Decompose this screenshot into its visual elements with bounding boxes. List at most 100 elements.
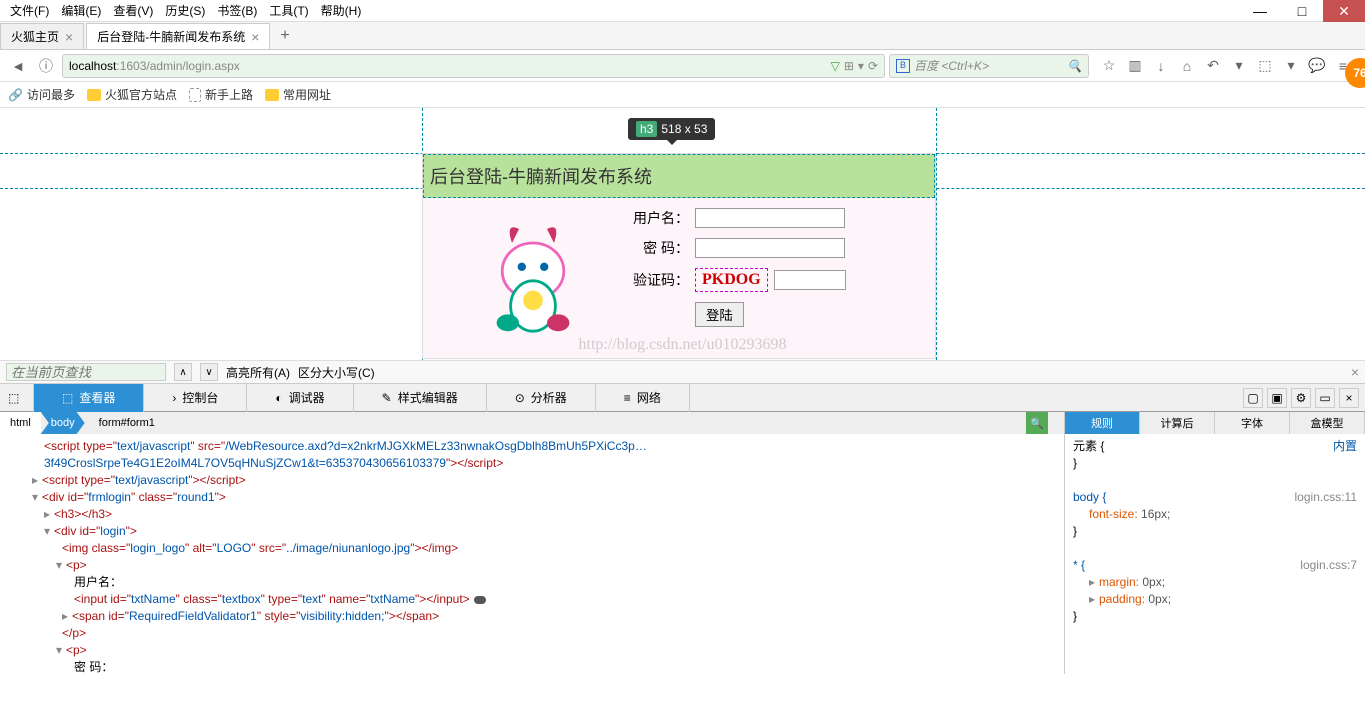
inspector-guide — [936, 108, 937, 360]
search-input[interactable]: B 百度 <Ctrl+K> 🔍 — [889, 54, 1089, 78]
bookmarks-bar: 🔗访问最多 火狐官方站点 新手上路 常用网址 — [0, 82, 1365, 108]
navigation-bar: ◄ ⓘ localhost:1603/admin/login.aspx ▽ ⊞ … — [0, 50, 1365, 82]
undo-icon[interactable]: ↶ — [1203, 56, 1223, 76]
password-input[interactable] — [695, 238, 845, 258]
page-viewport: h3518 x 53 后台登陆-牛腩新闻发布系统 用户名： — [0, 108, 1365, 360]
search-placeholder: 百度 <Ctrl+K> — [914, 57, 1063, 74]
link-icon: 🔗 — [8, 88, 23, 102]
maximize-button[interactable]: □ — [1281, 0, 1323, 22]
network-tab[interactable]: ≡网络 — [596, 384, 690, 412]
library-icon[interactable]: ▥ — [1125, 56, 1145, 76]
inspector-tab[interactable]: ⬚查看器 — [34, 384, 144, 412]
tab-home[interactable]: 火狐主页 × — [0, 23, 84, 49]
inspector-tooltip: h3518 x 53 — [628, 118, 715, 140]
tab-close-icon[interactable]: × — [65, 29, 73, 45]
responsive-icon[interactable]: ▣ — [1267, 388, 1287, 408]
dom-tree[interactable]: <script type="text/javascript" src="/Web… — [0, 434, 1064, 674]
home-icon[interactable]: ⌂ — [1177, 56, 1197, 76]
style-icon: ✎ — [382, 391, 392, 405]
event-badge[interactable] — [474, 596, 486, 604]
find-prev-button[interactable]: ∧ — [174, 363, 192, 381]
menu-bookmarks[interactable]: 书签(B) — [211, 0, 263, 21]
settings-icon[interactable]: ⚙ — [1291, 388, 1311, 408]
bookmark-getting-started[interactable]: 新手上路 — [189, 86, 253, 103]
menu-help[interactable]: 帮助(H) — [315, 0, 368, 21]
bookmark-most-visited[interactable]: 🔗访问最多 — [8, 86, 75, 103]
search-icon[interactable]: 🔍 — [1067, 59, 1082, 73]
match-case-option[interactable]: 区分大小写(C) — [298, 364, 375, 381]
console-tab[interactable]: ›控制台 — [144, 384, 247, 412]
logo-area — [433, 208, 633, 348]
rules-tab[interactable]: 规则 — [1065, 412, 1140, 434]
bookmark-firefox-official[interactable]: 火狐官方站点 — [87, 86, 177, 103]
chat-icon[interactable]: 💬 — [1307, 56, 1327, 76]
split-console-icon[interactable]: ▢ — [1243, 388, 1263, 408]
captcha-input[interactable] — [774, 270, 846, 290]
style-editor-tab[interactable]: ✎样式编辑器 — [354, 384, 487, 412]
menu-tools[interactable]: 工具(T) — [263, 0, 314, 21]
close-devtools-icon[interactable]: × — [1339, 388, 1359, 408]
url-input[interactable]: localhost:1603/admin/login.aspx ▽ ⊞ ▾ ⟳ — [62, 54, 885, 78]
console-icon: › — [172, 391, 176, 405]
back-button[interactable]: ◄ — [6, 54, 30, 78]
captcha-image: PKDOG — [695, 268, 768, 292]
tab-label: 火狐主页 — [11, 28, 59, 45]
crumb-form[interactable]: form#form1 — [85, 412, 165, 434]
devtools-body: html body form#form1 🔍 <script type="tex… — [0, 412, 1365, 674]
login-panel: 后台登陆-牛腩新闻发布系统 用户名： 密 码： — [422, 153, 936, 359]
tab-bar: 火狐主页 × 后台登陆-牛腩新闻发布系统 × + — [0, 22, 1365, 50]
login-button[interactable]: 登陆 — [695, 302, 744, 327]
bookmark-icon[interactable]: ☆ — [1099, 56, 1119, 76]
crumb-html[interactable]: html — [0, 412, 41, 434]
watermark-text: http://blog.csdn.net/u010293698 — [579, 336, 787, 354]
menu-file[interactable]: 文件(F) — [4, 0, 55, 21]
new-tab-button[interactable]: + — [272, 23, 297, 49]
shield-icon[interactable]: ▽ — [831, 59, 840, 73]
dropdown-icon[interactable]: ▾ — [1229, 56, 1249, 76]
device-icon[interactable]: ⬚ — [1255, 56, 1275, 76]
box-model-tab[interactable]: 盒模型 — [1290, 412, 1365, 434]
tab-close-icon[interactable]: × — [251, 29, 259, 45]
close-button[interactable]: ✕ — [1323, 0, 1365, 22]
network-icon: ≡ — [624, 391, 631, 405]
computed-tab[interactable]: 计算后 — [1140, 412, 1215, 434]
password-label: 密 码： — [633, 238, 689, 258]
identity-icon[interactable]: ⓘ — [34, 54, 58, 78]
fonts-tab[interactable]: 字体 — [1215, 412, 1290, 434]
profiler-tab[interactable]: ⊙分析器 — [487, 384, 596, 412]
tab-admin-login[interactable]: 后台登陆-牛腩新闻发布系统 × — [86, 23, 270, 49]
bookmark-common-urls[interactable]: 常用网址 — [265, 86, 331, 103]
window-controls: — □ ✕ — [1239, 0, 1365, 22]
profiler-icon: ⊙ — [515, 391, 525, 405]
reload-icon[interactable]: ⟳ — [868, 59, 878, 73]
menu-view[interactable]: 查看(V) — [107, 0, 159, 21]
highlight-all-option[interactable]: 高亮所有(A) — [226, 364, 290, 381]
find-input[interactable] — [6, 363, 166, 381]
find-next-button[interactable]: ∨ — [200, 363, 218, 381]
download-icon[interactable]: ↓ — [1151, 56, 1171, 76]
menu-edit[interactable]: 编辑(E) — [55, 0, 107, 21]
minimize-button[interactable]: — — [1239, 0, 1281, 22]
crumb-body[interactable]: body — [41, 412, 85, 434]
dropdown-icon[interactable]: ▾ — [1281, 56, 1301, 76]
pick-element-icon[interactable]: ⬚ — [0, 384, 34, 412]
folder-icon — [265, 89, 279, 101]
debugger-tab[interactable]: ◐调试器 — [247, 384, 353, 412]
menu-bar: 文件(F) 编辑(E) 查看(V) 历史(S) 书签(B) 工具(T) 帮助(H… — [0, 0, 1365, 22]
dock-icon[interactable]: ▭ — [1315, 388, 1335, 408]
find-close-icon[interactable]: × — [1351, 364, 1359, 380]
username-input[interactable] — [695, 208, 845, 228]
css-rules[interactable]: 元素 {内置 } body {login.css:11 font-size: 1… — [1065, 434, 1365, 674]
search-elements-icon[interactable]: 🔍 — [1026, 412, 1048, 434]
menu-history[interactable]: 历史(S) — [159, 0, 211, 21]
tab-label: 后台登陆-牛腩新闻发布系统 — [97, 28, 245, 45]
page-icon — [189, 88, 201, 102]
qr-icon[interactable]: ⊞ — [844, 59, 854, 73]
inspector-icon: ⬚ — [62, 391, 73, 405]
tooltip-tag: h3 — [636, 121, 657, 137]
dropdown-icon[interactable]: ▾ — [858, 59, 864, 73]
toolbar-icons: ☆ ▥ ↓ ⌂ ↶ ▾ ⬚ ▾ 💬 ≡ — [1093, 56, 1359, 76]
dom-panel: html body form#form1 🔍 <script type="tex… — [0, 412, 1065, 674]
find-bar: ∧ ∨ 高亮所有(A) 区分大小写(C) × — [0, 360, 1365, 384]
css-tabs: 规则 计算后 字体 盒模型 — [1065, 412, 1365, 434]
